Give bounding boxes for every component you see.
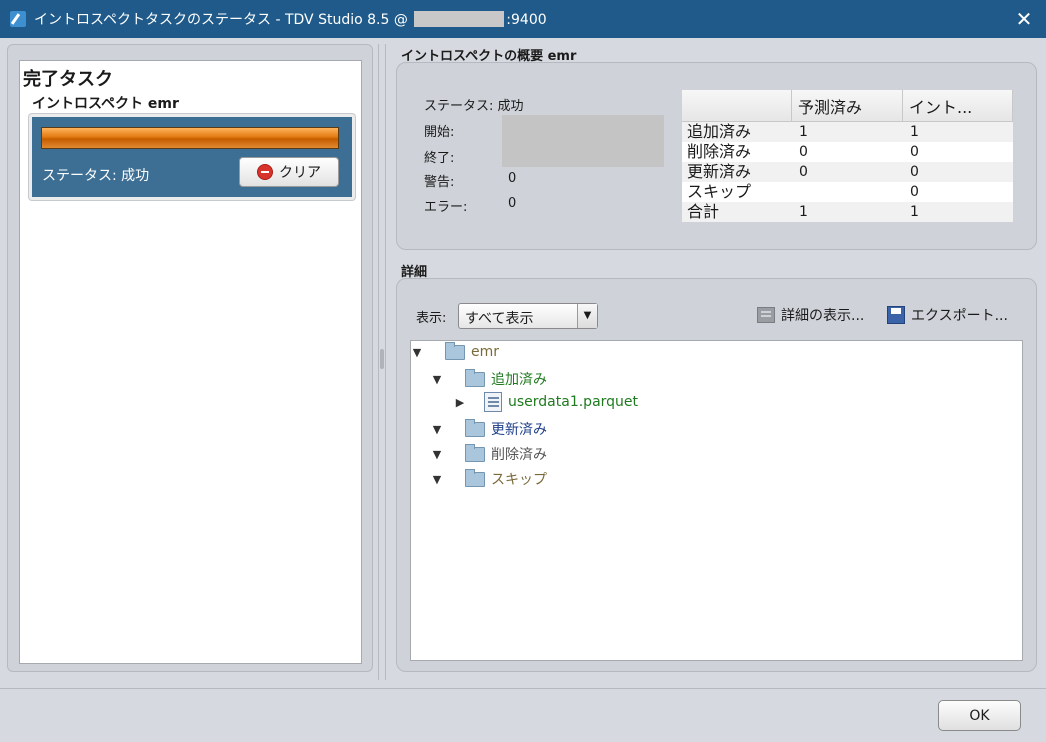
- chevron-down-icon[interactable]: ▼: [577, 304, 597, 328]
- app-logo-icon: [10, 11, 26, 27]
- warnings-label: 警告:: [424, 175, 455, 190]
- table-cell: 0: [910, 184, 919, 200]
- details-tree: ▼ emr ▼ 追加済み ▶ userdata1.parquet ▼ 更新済み …: [410, 340, 1023, 661]
- tree-node-label: 削除済み: [491, 447, 547, 463]
- task-progress-bar: [41, 127, 339, 149]
- clear-button-label: クリア: [279, 165, 321, 181]
- table-cell: 0: [910, 164, 919, 180]
- ok-button[interactable]: OK: [938, 700, 1021, 731]
- table-cell: 削除済み: [687, 142, 752, 161]
- table-cell: [792, 182, 903, 202]
- splitter-grip-icon[interactable]: [380, 349, 384, 369]
- tree-node-skipped[interactable]: ▼ スキップ: [431, 468, 547, 489]
- export-button[interactable]: エクスポート...: [887, 305, 1008, 325]
- folder-icon: [465, 368, 485, 387]
- folder-icon: [465, 443, 485, 462]
- table-body: 追加済み 1 1 削除済み 0 0 更新済み 0 0 スキップ 0 合計 1 1: [682, 122, 1013, 222]
- column-header-category[interactable]: [682, 90, 792, 121]
- table-row[interactable]: 合計 1 1: [682, 202, 1013, 222]
- tree-node-label: userdata1.parquet: [508, 394, 639, 410]
- column-header-expected[interactable]: 予測済み: [792, 90, 903, 121]
- show-details-label: 詳細の表示...: [781, 308, 865, 324]
- tree-node-label: emr: [471, 344, 500, 360]
- table-cell: 1: [910, 204, 919, 220]
- expand-toggle-icon[interactable]: ▼: [431, 473, 443, 486]
- expand-toggle-icon[interactable]: ▼: [431, 423, 443, 436]
- warnings-value: 0: [508, 171, 517, 186]
- title-bar: イントロスペクトタスクのステータス - TDV Studio 8.5 @ :94…: [0, 0, 1046, 38]
- show-filter-label: 表示:: [416, 311, 447, 326]
- table-header: 予測済み イント...: [682, 90, 1013, 122]
- redacted-times: [502, 115, 664, 167]
- task-status: ステータス: 成功: [42, 168, 150, 184]
- window-title-port: :9400: [506, 12, 547, 28]
- table-cell: スキップ: [687, 182, 752, 201]
- tree-node-label: スキップ: [491, 472, 547, 488]
- folder-icon: [445, 341, 465, 360]
- task-card-body: ステータス: 成功 クリア: [32, 117, 352, 197]
- show-filter-select[interactable]: すべて表示 ▼: [458, 303, 598, 329]
- details-panel: 表示: すべて表示 ▼ 詳細の表示... エクスポート... ▼ emr ▼ 追…: [396, 278, 1037, 672]
- task-name: イントロスペクト emr: [32, 96, 179, 112]
- task-card: ステータス: 成功 クリア: [28, 113, 356, 201]
- expand-toggle-icon[interactable]: ▼: [431, 373, 443, 386]
- summary-panel: ステータス: 成功 開始: 終了: 警告: 0 エラー: 0 予測済み イント.…: [396, 62, 1037, 250]
- table-cell: 0: [799, 164, 808, 180]
- details-icon: [757, 307, 775, 323]
- folder-icon: [465, 468, 485, 487]
- task-progress-fill: [42, 128, 338, 148]
- expand-toggle-icon[interactable]: ▼: [411, 346, 423, 359]
- clear-button[interactable]: クリア: [239, 157, 339, 187]
- tree-node-deleted[interactable]: ▼ 削除済み: [431, 443, 547, 464]
- redacted-host: [414, 11, 505, 27]
- summary-status: ステータス: 成功: [424, 99, 524, 114]
- folder-icon: [465, 418, 485, 437]
- table-cell: 追加済み: [687, 122, 752, 141]
- tree-node-label: 追加済み: [491, 372, 547, 388]
- export-label: エクスポート...: [911, 308, 1008, 324]
- summary-table: 予測済み イント... 追加済み 1 1 削除済み 0 0 更新済み 0 0 ス…: [682, 90, 1013, 222]
- remove-icon: [257, 164, 273, 180]
- window-title: イントロスペクトタスクのステータス - TDV Studio 8.5 @ :94…: [34, 9, 547, 29]
- tree-node-file[interactable]: ▶ userdata1.parquet: [454, 392, 638, 412]
- tree-node-updated[interactable]: ▼ 更新済み: [431, 418, 547, 439]
- completed-tasks-list: 完了タスク イントロスペクト emr ステータス: 成功 クリア: [19, 60, 362, 664]
- table-row[interactable]: 削除済み 0 0: [682, 142, 1013, 162]
- table-cell: 合計: [687, 202, 720, 221]
- start-label: 開始:: [424, 125, 455, 140]
- completed-tasks-panel: 完了タスク イントロスペクト emr ステータス: 成功 クリア: [7, 44, 373, 672]
- pane-splitter[interactable]: [378, 44, 386, 680]
- table-cell: 1: [799, 204, 808, 220]
- tree-node-label: 更新済み: [491, 422, 547, 438]
- table-row[interactable]: スキップ 0: [682, 182, 1013, 202]
- end-label: 終了:: [424, 151, 455, 166]
- expand-toggle-icon[interactable]: ▼: [431, 448, 443, 461]
- table-row[interactable]: 更新済み 0 0: [682, 162, 1013, 182]
- errors-label: エラー:: [424, 200, 468, 215]
- table-row[interactable]: 追加済み 1 1: [682, 122, 1013, 142]
- window-title-prefix: イントロスペクトタスクのステータス - TDV Studio 8.5 @: [34, 12, 413, 28]
- completed-tasks-heading: 完了タスク: [23, 69, 113, 90]
- show-details-button[interactable]: 詳細の表示...: [757, 305, 864, 325]
- footer-divider: [0, 688, 1046, 689]
- errors-value: 0: [508, 196, 517, 211]
- show-filter-value: すべて表示: [465, 311, 534, 327]
- tree-node-root[interactable]: ▼ emr: [411, 341, 500, 360]
- column-header-introspected[interactable]: イント...: [903, 90, 1013, 121]
- expand-toggle-icon[interactable]: ▶: [454, 396, 466, 409]
- table-cell: 更新済み: [687, 162, 752, 181]
- close-window-button[interactable]: ✕: [1012, 8, 1036, 30]
- table-cell: 1: [799, 124, 808, 140]
- tree-node-added[interactable]: ▼ 追加済み: [431, 368, 547, 389]
- table-file-icon: [484, 392, 502, 412]
- table-cell: 1: [910, 124, 919, 140]
- save-icon: [887, 306, 905, 324]
- table-cell: 0: [910, 144, 919, 160]
- table-cell: 0: [799, 144, 808, 160]
